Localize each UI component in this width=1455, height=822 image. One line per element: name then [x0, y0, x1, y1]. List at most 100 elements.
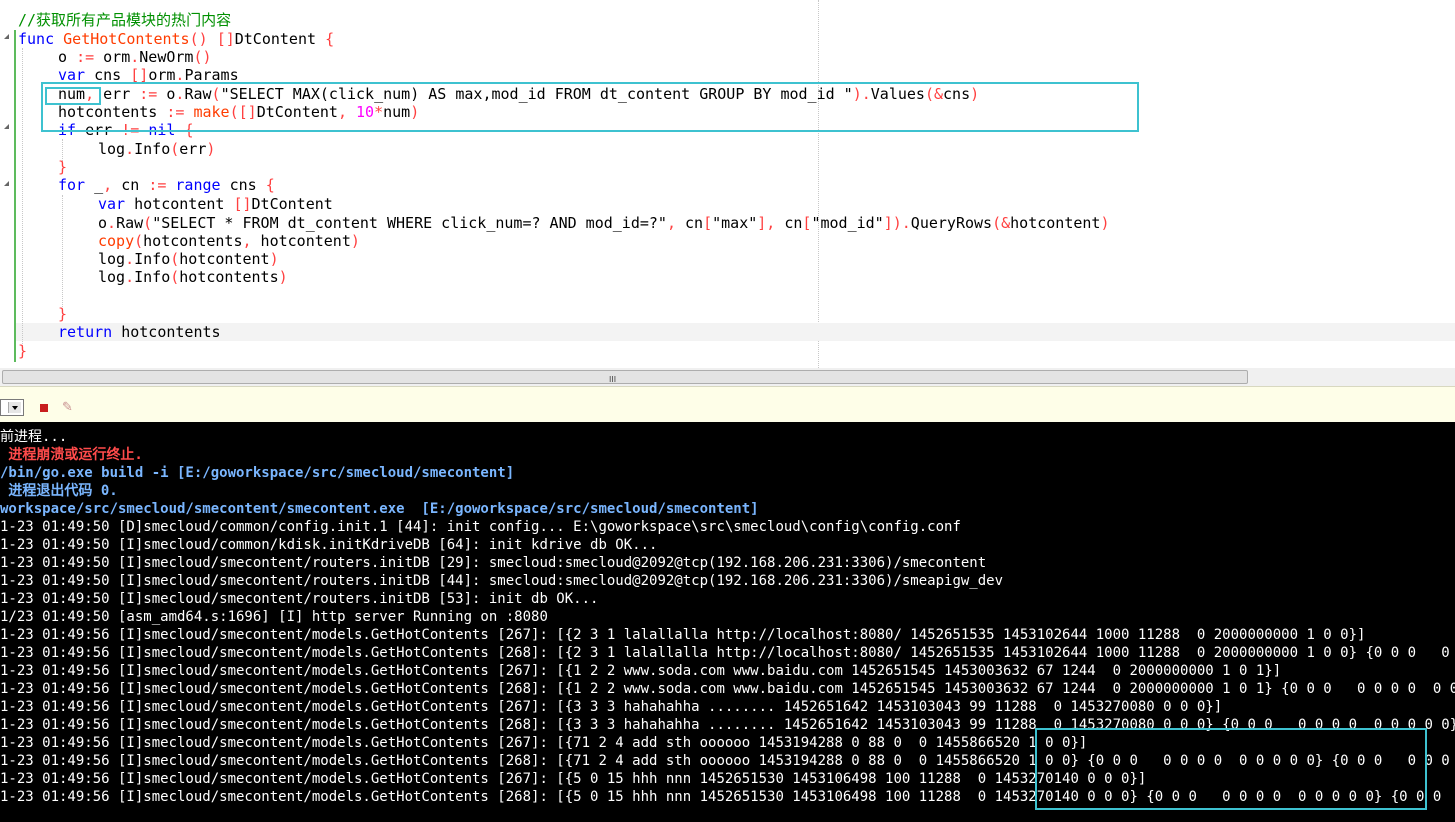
code-token: DtContent — [251, 195, 333, 213]
fold-toggle-icon[interactable] — [4, 181, 9, 186]
scrollbar-grip-icon: III — [609, 375, 617, 384]
code-token: o — [98, 214, 108, 232]
code-token: "SELECT * FROM dt_content WHERE click_nu… — [152, 214, 667, 232]
console-line: 1-23 01:49:56 [I]smecloud/smecontent/mod… — [0, 663, 1282, 679]
console-line: 1-23 01:49:50 [I]smecloud/smecontent/rou… — [0, 573, 1004, 589]
code-token: . — [125, 268, 135, 286]
code-line: } — [58, 158, 67, 176]
code-token: log — [98, 268, 126, 286]
code-token: [ — [703, 214, 713, 232]
code-token: GetHotContents — [63, 30, 190, 48]
code-token: hotcontent — [1010, 214, 1101, 232]
code-token: "mod_id" — [811, 214, 884, 232]
code-token: hotcontent — [179, 250, 270, 268]
code-token: hotcontents — [112, 323, 221, 341]
code-token: . — [130, 48, 140, 66]
code-token: () — [193, 48, 212, 66]
console-line: 1-23 01:49:56 [I]smecloud/smecontent/mod… — [0, 627, 1366, 643]
code-token: DtContent — [234, 30, 326, 48]
code-token: hotcontents — [143, 232, 243, 250]
output-select-dropdown[interactable] — [0, 399, 24, 416]
code-token: . — [125, 250, 135, 268]
code-token: cn — [775, 214, 803, 232]
code-token: err — [179, 140, 207, 158]
console-line: 1/23 01:49:50 [asm_amd64.s:1696] [I] htt… — [0, 609, 548, 625]
console-line: 1-23 01:49:50 [I]smecloud/common/kdisk.i… — [0, 537, 658, 553]
code-token: ) — [206, 140, 216, 158]
code-token: hotcontent — [125, 195, 234, 213]
code-token: . — [107, 214, 117, 232]
code-line: var hotcontent []DtContent — [98, 195, 333, 213]
code-token: [] — [233, 195, 252, 213]
stop-icon[interactable] — [40, 404, 48, 412]
chevron-down-icon[interactable] — [8, 402, 21, 413]
current-line-highlight — [16, 323, 1455, 341]
code-token: := — [76, 48, 95, 66]
code-token: Info — [134, 250, 171, 268]
console-line: /bin/go.exe build -i [E:/goworkspace/src… — [0, 465, 515, 481]
code-comment: //获取所有产品模块的热门内容 — [18, 11, 232, 29]
console-line: 1-23 01:49:50 [I]smecloud/smecontent/rou… — [0, 591, 599, 607]
code-token: := — [148, 176, 167, 194]
code-token: ( — [170, 250, 180, 268]
code-token: } — [58, 305, 68, 323]
code-token: { — [265, 176, 275, 194]
clear-output-icon[interactable]: ✎ — [62, 400, 73, 415]
console-line: 1-23 01:49:56 [I]smecloud/smecontent/mod… — [0, 645, 1455, 661]
console-output[interactable]: 前进程... 进程崩溃或运行终止. /bin/go.exe build -i [E… — [0, 422, 1455, 822]
fold-toggle-icon[interactable] — [4, 124, 9, 129]
code-token: . — [125, 140, 135, 158]
console-line: 1-23 01:49:56 [I]smecloud/smecontent/mod… — [0, 771, 1147, 787]
console-line: 1-23 01:49:56 [I]smecloud/smecontent/mod… — [0, 735, 1088, 751]
console-line: 1-23 01:49:56 [I]smecloud/smecontent/mod… — [0, 681, 1455, 697]
code-token: , — [666, 214, 676, 232]
code-token: ( — [134, 232, 144, 250]
scrollbar-thumb[interactable]: III — [2, 370, 1248, 384]
code-line: o.Raw ( "SELECT * FROM dt_content WHERE cl… — [98, 214, 1109, 232]
code-line: copy(hotcontents, hotcontent) — [98, 232, 360, 250]
code-token: _ — [85, 176, 104, 194]
fold-toggle-icon[interactable] — [4, 34, 9, 39]
console-line: 1-23 01:49:50 [D]smecloud/common/config.… — [0, 519, 961, 535]
code-line: } — [18, 342, 27, 360]
console-line: 进程退出代码 0. — [0, 483, 118, 499]
code-token: ) — [278, 268, 288, 286]
code-token: ) — [269, 250, 279, 268]
code-token: ( — [992, 214, 1002, 232]
code-token: [] — [216, 30, 235, 48]
code-token: { — [325, 30, 335, 48]
code-token: , — [103, 176, 113, 194]
output-toolbar: ✎ — [0, 386, 1455, 423]
console-line: 1-23 01:49:56 [I]smecloud/smecontent/mod… — [0, 699, 1223, 715]
code-token: log — [98, 250, 126, 268]
code-token: Raw — [116, 214, 144, 232]
code-token: NewOrm — [139, 48, 194, 66]
code-token: orm — [94, 48, 131, 66]
code-token: , — [242, 232, 252, 250]
code-token: cn — [675, 214, 704, 232]
code-line: o := orm.NewOrm() — [58, 48, 212, 66]
code-token: ( — [170, 140, 180, 158]
indent-guide — [22, 48, 23, 348]
code-line: log.Info(err) — [98, 140, 215, 158]
console-line: 1-23 01:49:50 [I]smecloud/smecontent/rou… — [0, 555, 987, 571]
code-token: ], — [757, 214, 776, 232]
code-token: hotcontents — [179, 268, 279, 286]
code-line: func GetHotContents() []DtContent { — [18, 30, 334, 48]
code-token: & — [1001, 214, 1011, 232]
highlight-box-output — [1035, 728, 1427, 810]
code-token: ) — [1100, 214, 1110, 232]
code-token: Info — [134, 268, 171, 286]
code-token: return — [58, 323, 113, 341]
highlight-box-query — [41, 82, 1139, 132]
console-line: workspace/src/smecloud/smecontent/smecon… — [0, 501, 759, 517]
code-token: } — [58, 158, 68, 176]
code-line: for _, cn := range cns { — [58, 176, 275, 194]
horizontal-scrollbar[interactable]: III — [0, 368, 1455, 386]
code-token: ( — [170, 268, 180, 286]
code-token: Info — [134, 140, 171, 158]
code-editor[interactable]: //获取所有产品模块的热门内容 func GetHotContents() []… — [0, 0, 1455, 368]
code-token: ) — [350, 232, 360, 250]
code-token: QueryRows — [910, 214, 993, 232]
